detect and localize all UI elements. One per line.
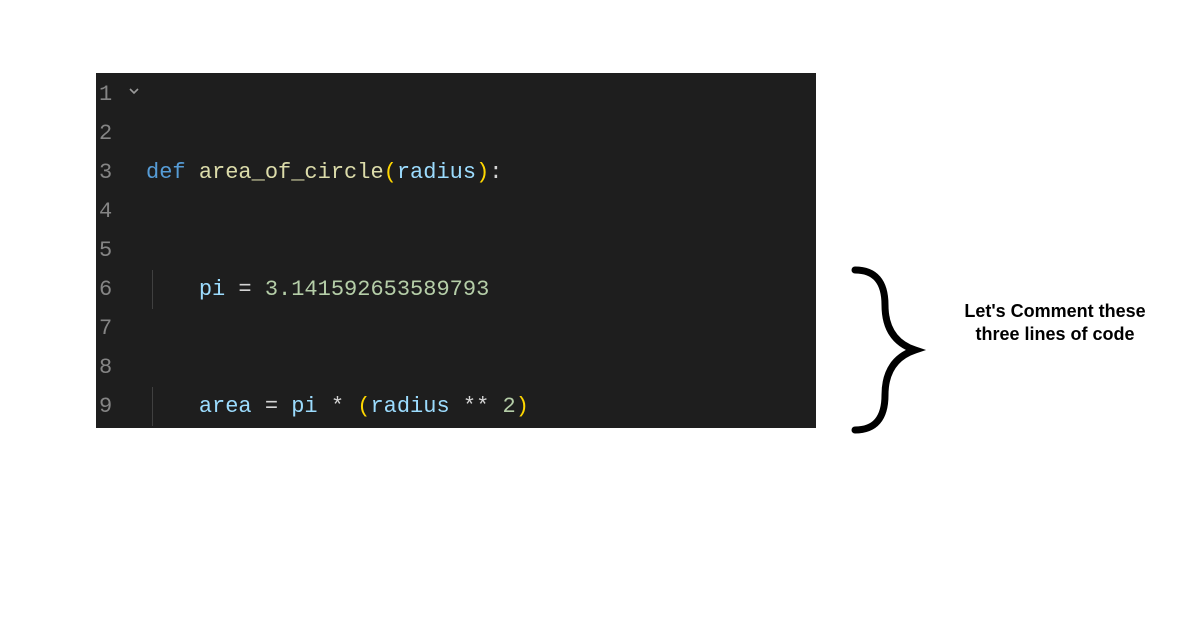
close-paren: ) [476,160,489,185]
line-number: 6 [96,270,124,309]
line-number: 4 [96,192,124,231]
code-line-2[interactable]: pi = 3.141592653589793 [146,270,816,309]
variable-pi: pi [199,277,225,302]
code-content[interactable]: def area_of_circle(radius): pi = 3.14159… [146,73,816,428]
line-number: 7 [96,309,124,348]
code-line-3[interactable]: area = pi * (radius ** 2) [146,387,816,426]
number-literal: 3.141592653589793 [265,277,489,302]
close-paren: ) [516,394,529,419]
operator-equals: = [225,277,265,302]
variable-area: area [199,394,252,419]
operator-power: ** [450,394,503,419]
variable-radius: radius [370,394,449,419]
line-number: 3 [96,153,124,192]
code-line-1[interactable]: def area_of_circle(radius): [146,153,816,192]
open-paren: ( [384,160,397,185]
chevron-down-icon[interactable] [126,83,142,104]
code-editor[interactable]: 1 2 3 4 5 6 7 8 9 def area_of_circle(rad… [96,73,816,428]
curly-brace-icon [835,260,935,445]
line-number: 1 [96,75,124,114]
line-number-gutter: 1 2 3 4 5 6 7 8 9 [96,73,124,428]
line-number: 8 [96,348,124,387]
fold-gutter [124,73,146,428]
colon: : [489,160,502,185]
operator-equals: = [252,394,292,419]
line-number: 5 [96,231,124,270]
annotation-text: Let's Comment these three lines of code [955,300,1155,347]
number-literal: 2 [502,394,515,419]
function-name: area_of_circle [199,160,384,185]
open-paren: ( [357,394,370,419]
line-number: 9 [96,387,124,426]
parameter: radius [397,160,476,185]
keyword-def: def [146,160,186,185]
variable-pi: pi [291,394,317,419]
operator-multiply: * [318,394,358,419]
line-number: 2 [96,114,124,153]
